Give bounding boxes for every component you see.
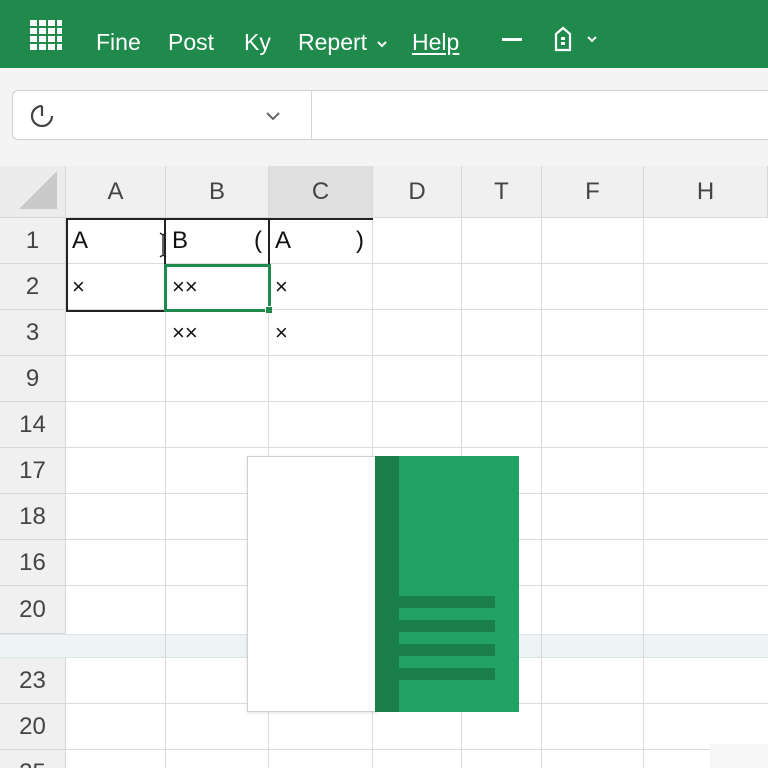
column-header-d[interactable]: D bbox=[373, 166, 462, 218]
row-header-20[interactable]: 20 bbox=[0, 586, 66, 634]
excel-logo-icon bbox=[247, 456, 519, 712]
chevron-down-icon bbox=[377, 41, 388, 48]
logo-green-book bbox=[375, 456, 519, 712]
logo-line bbox=[399, 620, 495, 632]
cell-a2[interactable]: × bbox=[66, 264, 166, 310]
fill-handle[interactable] bbox=[265, 306, 273, 314]
logo-white-sheet bbox=[247, 456, 377, 712]
row-header-18[interactable]: 18 bbox=[0, 494, 66, 540]
select-all-corner[interactable] bbox=[0, 166, 66, 218]
logo-line bbox=[399, 596, 495, 608]
logo-line bbox=[399, 668, 495, 680]
column-header-t[interactable]: T bbox=[462, 166, 542, 218]
row-header-17[interactable]: 17 bbox=[0, 448, 66, 494]
menu-help[interactable]: Help bbox=[412, 25, 459, 59]
column-header-a[interactable]: A bbox=[66, 166, 166, 218]
cell-c2[interactable]: × bbox=[269, 264, 373, 310]
minimize-icon[interactable] bbox=[502, 38, 522, 41]
gridline-h bbox=[66, 401, 768, 402]
row-header-23[interactable]: 23 bbox=[0, 658, 66, 704]
share-chevron-down-icon[interactable] bbox=[586, 34, 598, 44]
formula-divider bbox=[311, 91, 312, 139]
row-header-14[interactable]: 14 bbox=[0, 402, 66, 448]
formula-input[interactable] bbox=[315, 93, 755, 137]
cell-c1-paren: ) bbox=[356, 227, 364, 254]
cell-c3[interactable]: × bbox=[269, 310, 373, 356]
title-ribbon: Fine Post Ky Repert Help bbox=[0, 0, 768, 68]
grid-app-icon[interactable] bbox=[30, 20, 62, 50]
logo-spine bbox=[375, 456, 399, 712]
gridline-h bbox=[66, 749, 768, 750]
menu-report[interactable]: Repert bbox=[298, 25, 388, 59]
column-header-c[interactable]: C bbox=[269, 166, 373, 218]
column-header-f[interactable]: F bbox=[542, 166, 644, 218]
cell-b3[interactable]: ×× bbox=[166, 310, 269, 356]
clock-icon[interactable] bbox=[29, 103, 55, 129]
row-header-2[interactable]: 2 bbox=[0, 264, 66, 310]
share-icon[interactable] bbox=[552, 26, 574, 52]
menu-file[interactable]: Fine bbox=[96, 25, 141, 59]
menu-post[interactable]: Post bbox=[168, 25, 214, 59]
corner-smudge bbox=[710, 744, 768, 768]
formula-bar bbox=[12, 90, 768, 140]
row-header-3[interactable]: 3 bbox=[0, 310, 66, 356]
row-header-9[interactable]: 9 bbox=[0, 356, 66, 402]
active-cell-border bbox=[164, 264, 271, 312]
spreadsheet-grid: A B C D T F H 1 2 3 9 14 17 18 16 20 23 … bbox=[0, 166, 768, 768]
column-header-b[interactable]: B bbox=[166, 166, 269, 218]
menu-report-label: Repert bbox=[298, 29, 368, 55]
cell-b1-paren: ( bbox=[254, 227, 262, 254]
name-box-dropdown-icon[interactable] bbox=[265, 111, 281, 121]
menu-ky[interactable]: Ky bbox=[244, 25, 271, 59]
select-all-triangle bbox=[19, 171, 57, 209]
column-header-h[interactable]: H bbox=[644, 166, 768, 218]
gridline-h bbox=[66, 447, 768, 448]
cell-a1[interactable]: A bbox=[66, 218, 166, 264]
row-header-1[interactable]: 1 bbox=[0, 218, 66, 264]
row-header-20b[interactable]: 20 bbox=[0, 704, 66, 750]
row-header-16[interactable]: 16 bbox=[0, 540, 66, 586]
logo-line bbox=[399, 644, 495, 656]
row-header-25[interactable]: 25 bbox=[0, 750, 66, 768]
